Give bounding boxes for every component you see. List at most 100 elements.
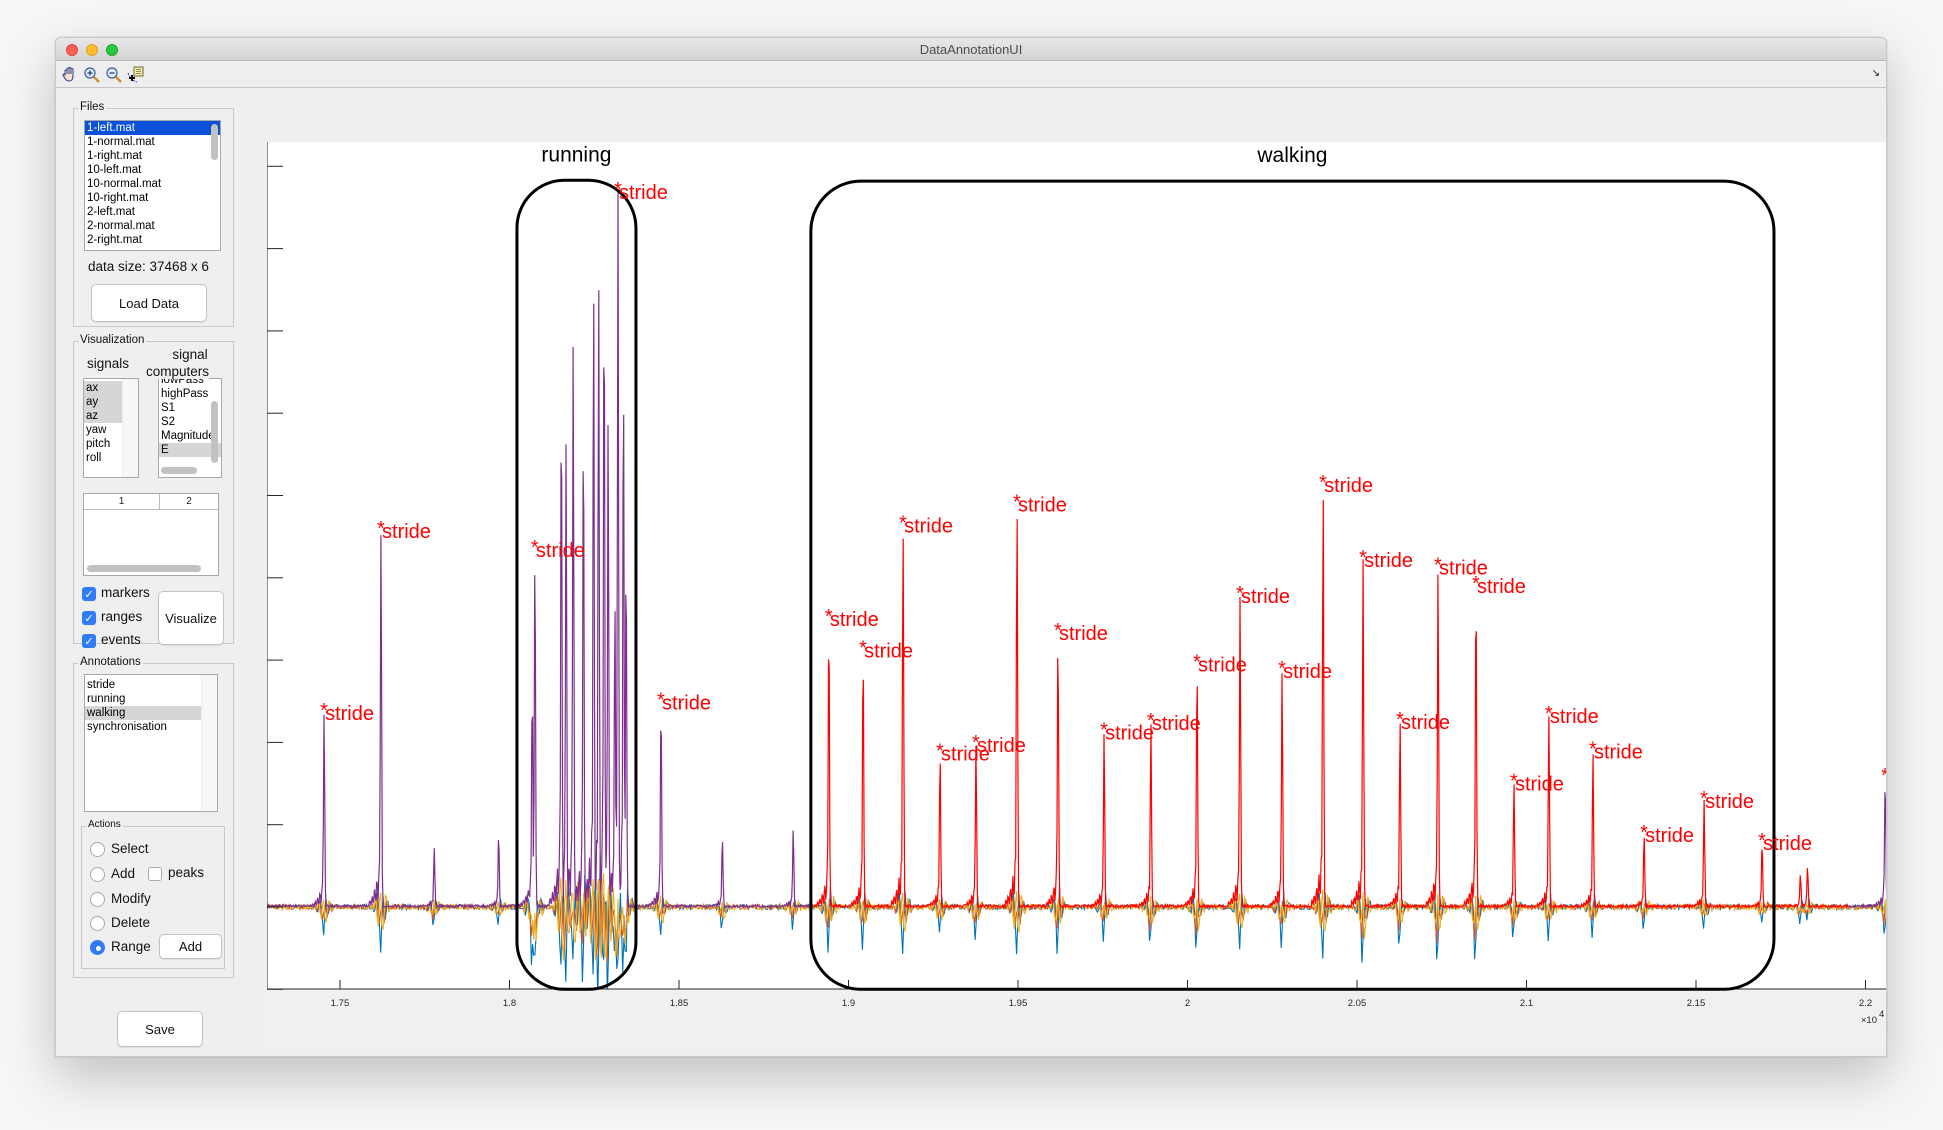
stride-label: stride [1364,550,1413,572]
stride-label: stride [1763,833,1812,855]
file-item[interactable]: 2-normal.mat [85,219,220,233]
stride-label: stride [1059,623,1108,645]
events-checkbox[interactable]: ✓ [82,634,96,648]
stride-label: stride [1705,791,1754,813]
stride-label: stride [1324,475,1373,497]
peaks-checkbox[interactable] [148,867,162,881]
figure-toolbar: ↘ [56,61,1886,88]
signal-computer-item[interactable]: highPass [159,387,221,401]
stride-label: stride [1515,774,1564,796]
zoom-out-icon [106,67,122,83]
annotation-item[interactable]: walking [85,706,217,720]
zoom-out-button[interactable] [104,65,124,85]
select-label: Select [111,841,149,856]
x-exponent-power: 4 [1879,1009,1884,1020]
annotation-item[interactable]: stride [85,678,217,692]
zoom-in-button[interactable] [82,65,102,85]
data-cursor-icon [127,66,144,83]
stride-label: stride [904,515,953,537]
app-window: DataAnnotationUI ↘ Files 1-left.mat 1-no… [55,37,1887,1057]
file-item[interactable]: 2-right.mat [85,233,220,247]
pan-tool-button[interactable] [60,65,80,85]
annotations-scroll-track[interactable] [201,675,217,811]
x-tick-label: 1.75 [331,998,350,1009]
stride-label: stride [1477,576,1526,598]
x-exponent-label: ×10 [1861,1015,1877,1026]
x-tick-label: 2.05 [1348,998,1367,1009]
file-item[interactable]: 2-left.mat [85,205,220,219]
stride-label: stride [619,182,668,204]
stride-label: stride [864,640,913,662]
signals-label: signals [87,356,130,371]
x-tick-label: 1.8 [503,998,516,1009]
delete-radio[interactable] [90,916,105,931]
data-cursor-button[interactable] [126,65,146,85]
add-label: Add [111,866,136,881]
file-item[interactable]: 10-normal.mat [85,177,220,191]
visualize-button[interactable]: Visualize [158,591,224,645]
signal-plot[interactable]: 1.751.81.851.91.9522.052.12.152.2-100102… [267,142,1887,1047]
range-label-walking: walking [1256,144,1327,167]
annotation-item[interactable]: synchronisation [85,720,217,734]
signals-listbox[interactable]: ax ay az yaw pitch roll [83,378,139,478]
save-button[interactable]: Save [117,1011,203,1047]
table-header-1[interactable]: 1 [84,494,160,510]
ranges-label: ranges [101,609,143,624]
computers-hscrollbar[interactable] [161,467,197,474]
computers-vscrollbar[interactable] [211,401,218,463]
annotation-item[interactable]: running [85,692,217,706]
x-tick-label: 2.2 [1859,998,1872,1009]
stride-label: stride [382,521,431,543]
peaks-label: peaks [168,865,205,880]
x-tick-label: 2.15 [1687,998,1706,1009]
signal-computer-item[interactable]: lowPass [159,379,221,387]
dock-figure-icon[interactable]: ↘ [1872,68,1880,79]
stride-label: stride [1018,495,1067,517]
x-tick-label: 1.95 [1009,998,1028,1009]
markers-checkbox[interactable]: ✓ [82,587,96,601]
stride-label: stride [830,609,879,631]
stride-label: stride [1550,706,1599,728]
signal-computers-label-1: signal [172,347,208,362]
signals-scroll-track[interactable] [122,379,138,477]
ranges-checkbox[interactable]: ✓ [82,611,96,625]
file-item[interactable]: 1-normal.mat [85,135,220,149]
table-hscrollbar[interactable] [87,565,201,572]
markers-label: markers [101,585,150,600]
select-radio[interactable] [90,842,105,857]
stride-label: stride [1594,742,1643,764]
add-radio[interactable] [90,867,105,882]
x-tick-label: 1.85 [670,998,689,1009]
range-label-running: running [541,143,611,166]
annotations-listbox[interactable]: stride running walking synchronisation [84,674,218,812]
table-header-2[interactable]: 2 [160,494,218,510]
files-scrollbar[interactable] [211,124,218,160]
title-bar: DataAnnotationUI [56,38,1886,61]
file-item[interactable]: 1-right.mat [85,149,220,163]
annotations-panel-title: Annotations [78,656,143,668]
x-tick-label: 1.9 [842,998,855,1009]
visualization-panel-title: Visualization [78,334,147,346]
file-item[interactable]: 10-left.mat [85,163,220,177]
stride-label: stride [1645,825,1694,847]
files-listbox[interactable]: 1-left.mat 1-normal.mat 1-right.mat 10-left… [84,120,221,251]
signal-computers-listbox[interactable]: lowPass highPass S1 S2 Magnitude E [158,378,222,478]
add-range-button[interactable]: Add [159,934,222,959]
files-panel: Files 1-left.mat 1-normal.mat 1-right.mat 1… [73,101,234,327]
modify-radio[interactable] [90,892,105,907]
stride-label: stride [1283,661,1332,683]
file-item[interactable]: 10-right.mat [85,191,220,205]
stride-label: stride [1198,654,1247,676]
range-radio[interactable] [90,940,105,955]
x-tick-label: 2.1 [1520,998,1533,1009]
stride-label: stride [1152,713,1201,735]
signals-table[interactable]: 1 2 [83,493,219,576]
stride-marker: * [1881,765,1887,787]
pan-icon [62,66,74,82]
file-item[interactable]: 1-left.mat [85,121,220,135]
delete-label: Delete [111,915,151,930]
stride-label: stride [325,703,374,725]
load-data-button[interactable]: Load Data [91,284,207,322]
stride-label: stride [536,540,585,562]
stride-label: stride [1401,712,1450,734]
